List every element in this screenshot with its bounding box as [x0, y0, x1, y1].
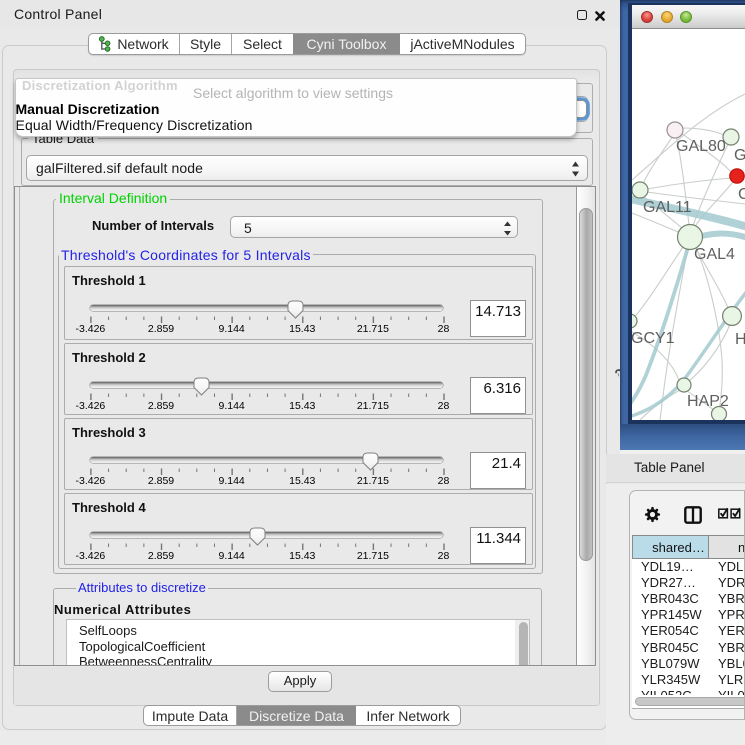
svg-text:HAP2: HAP2 — [687, 393, 729, 410]
svg-text:GCY1: GCY1 — [632, 330, 675, 347]
svg-text:H: H — [735, 331, 745, 348]
svg-text:GAL11: GAL11 — [643, 199, 692, 216]
svg-text:GAL4: GAL4 — [694, 246, 735, 263]
svg-text:C: C — [738, 186, 745, 203]
svg-text:GAL80: GAL80 — [676, 138, 726, 155]
svg-text:G.: G. — [734, 147, 745, 164]
